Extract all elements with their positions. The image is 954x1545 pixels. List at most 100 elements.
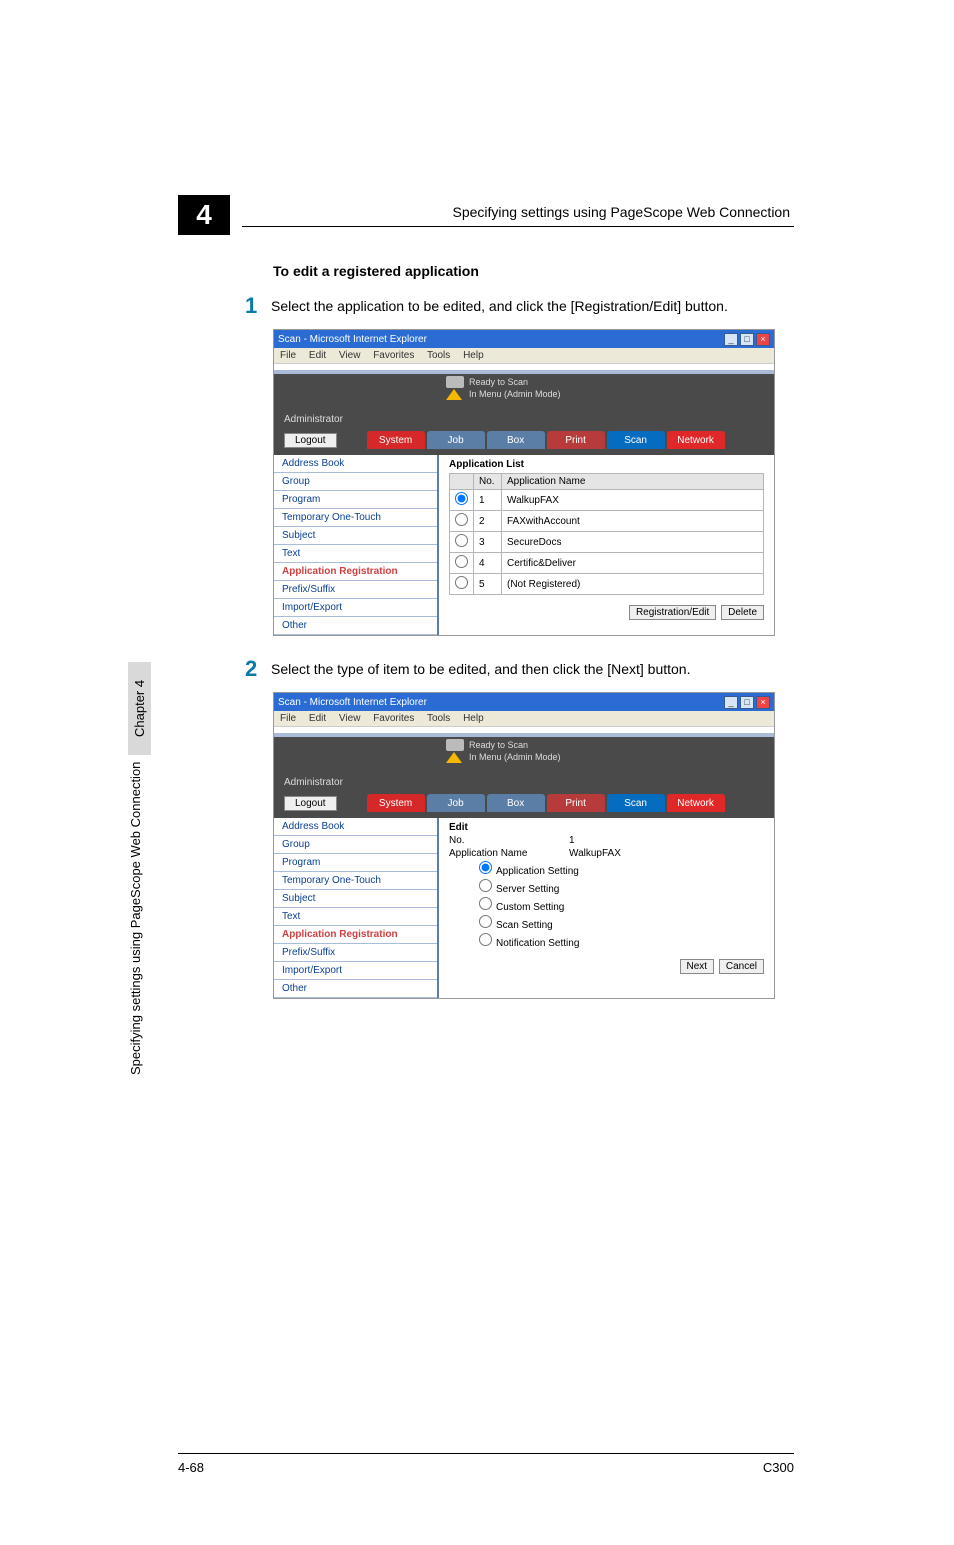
step-2-text: Select the type of item to be edited, an…	[271, 656, 794, 682]
ie-menubar: File Edit View Favorites Tools Help	[274, 348, 774, 364]
footer-model: C300	[763, 1460, 794, 1475]
registration-edit-button[interactable]: Registration/Edit	[629, 605, 716, 620]
tab-scan-2[interactable]: Scan	[607, 794, 665, 812]
step-1-number: 1	[245, 293, 271, 319]
cancel-button[interactable]: Cancel	[719, 959, 764, 974]
tab-box-2[interactable]: Box	[487, 794, 545, 812]
status-ready-2: Ready to Scan	[469, 740, 528, 750]
opt-server-setting[interactable]	[479, 879, 492, 892]
nav-address-book[interactable]: Address Book	[274, 455, 437, 473]
close-icon-2[interactable]: ×	[756, 696, 770, 709]
col-no: No.	[474, 474, 502, 490]
nav-program-2[interactable]: Program	[274, 854, 437, 872]
row-3-no: 3	[474, 532, 502, 553]
row-4-radio[interactable]	[455, 555, 468, 568]
opt-application-setting-label: Application Setting	[496, 866, 579, 877]
delete-button[interactable]: Delete	[721, 605, 764, 620]
status-ready: Ready to Scan	[469, 377, 528, 387]
admin-label-2: Administrator	[284, 777, 343, 788]
next-button[interactable]: Next	[680, 959, 715, 974]
logout-button[interactable]: Logout	[284, 433, 337, 448]
minimize-icon-2[interactable]: _	[724, 696, 738, 709]
menu-view-2[interactable]: View	[339, 713, 361, 724]
menu-help[interactable]: Help	[463, 350, 484, 361]
opt-server-setting-label: Server Setting	[496, 884, 559, 895]
nav-text[interactable]: Text	[274, 545, 437, 563]
menu-favorites-2[interactable]: Favorites	[373, 713, 414, 724]
opt-notification-setting-label: Notification Setting	[496, 938, 579, 949]
opt-custom-setting[interactable]	[479, 897, 492, 910]
menu-edit[interactable]: Edit	[309, 350, 326, 361]
row-4-name: Certific&Deliver	[502, 553, 764, 574]
nav-subject[interactable]: Subject	[274, 527, 437, 545]
menu-file[interactable]: File	[280, 350, 296, 361]
nav-other[interactable]: Other	[274, 617, 437, 635]
logout-button-2[interactable]: Logout	[284, 796, 337, 811]
warning-icon	[446, 389, 462, 400]
appname-label: Application Name	[449, 848, 569, 859]
menu-tools[interactable]: Tools	[427, 350, 450, 361]
menu-favorites[interactable]: Favorites	[373, 350, 414, 361]
header-text: Specifying settings using PageScope Web …	[242, 204, 794, 227]
nav-group-2[interactable]: Group	[274, 836, 437, 854]
opt-application-setting[interactable]	[479, 861, 492, 874]
nav-temporary[interactable]: Temporary One-Touch	[274, 509, 437, 527]
tab-print[interactable]: Print	[547, 431, 605, 449]
screenshot-1: Scan - Microsoft Internet Explorer _ □ ×…	[273, 329, 775, 636]
tab-system-2[interactable]: System	[367, 794, 425, 812]
menu-edit-2[interactable]: Edit	[309, 713, 326, 724]
tab-system[interactable]: System	[367, 431, 425, 449]
appname-value: WalkupFAX	[569, 848, 621, 859]
nav-group[interactable]: Group	[274, 473, 437, 491]
opt-scan-setting[interactable]	[479, 915, 492, 928]
nav-import-export-2[interactable]: Import/Export	[274, 962, 437, 980]
row-3-radio[interactable]	[455, 534, 468, 547]
tab-job[interactable]: Job	[427, 431, 485, 449]
menu-file-2[interactable]: File	[280, 713, 296, 724]
tab-job-2[interactable]: Job	[427, 794, 485, 812]
nav-temporary-2[interactable]: Temporary One-Touch	[274, 872, 437, 890]
opt-custom-setting-label: Custom Setting	[496, 902, 564, 913]
chapter-box: 4	[178, 195, 230, 235]
side-chapter-label: Chapter 4	[128, 662, 151, 755]
tab-network[interactable]: Network	[667, 431, 725, 449]
no-value: 1	[569, 835, 575, 846]
menu-help-2[interactable]: Help	[463, 713, 484, 724]
row-2-name: FAXwithAccount	[502, 511, 764, 532]
admin-label: Administrator	[284, 414, 343, 425]
menu-tools-2[interactable]: Tools	[427, 713, 450, 724]
opt-notification-setting[interactable]	[479, 933, 492, 946]
nav-prefix-suffix-2[interactable]: Prefix/Suffix	[274, 944, 437, 962]
nav-application-registration[interactable]: Application Registration	[274, 563, 437, 581]
row-4-no: 4	[474, 553, 502, 574]
row-2-radio[interactable]	[455, 513, 468, 526]
table-row: 2FAXwithAccount	[450, 511, 764, 532]
row-5-no: 5	[474, 574, 502, 595]
nav-application-registration-2[interactable]: Application Registration	[274, 926, 437, 944]
tab-scan[interactable]: Scan	[607, 431, 665, 449]
maximize-icon[interactable]: □	[740, 333, 754, 346]
nav-subject-2[interactable]: Subject	[274, 890, 437, 908]
warning-icon-2	[446, 752, 462, 763]
tab-network-2[interactable]: Network	[667, 794, 725, 812]
maximize-icon-2[interactable]: □	[740, 696, 754, 709]
nav-import-export[interactable]: Import/Export	[274, 599, 437, 617]
close-icon[interactable]: ×	[756, 333, 770, 346]
nav-text-2[interactable]: Text	[274, 908, 437, 926]
nav-other-2[interactable]: Other	[274, 980, 437, 998]
row-1-radio[interactable]	[455, 492, 468, 505]
status-mode: In Menu (Admin Mode)	[469, 389, 561, 399]
row-5-radio[interactable]	[455, 576, 468, 589]
minimize-icon[interactable]: _	[724, 333, 738, 346]
menu-view[interactable]: View	[339, 350, 361, 361]
side-rotated-label: Specifying settings using PageScope Web …	[128, 762, 143, 1075]
tab-print-2[interactable]: Print	[547, 794, 605, 812]
table-row: 3SecureDocs	[450, 532, 764, 553]
nav-prefix-suffix[interactable]: Prefix/Suffix	[274, 581, 437, 599]
tab-box[interactable]: Box	[487, 431, 545, 449]
nav-address-book-2[interactable]: Address Book	[274, 818, 437, 836]
row-2-no: 2	[474, 511, 502, 532]
table-row: 4Certific&Deliver	[450, 553, 764, 574]
opt-scan-setting-label: Scan Setting	[496, 920, 553, 931]
nav-program[interactable]: Program	[274, 491, 437, 509]
